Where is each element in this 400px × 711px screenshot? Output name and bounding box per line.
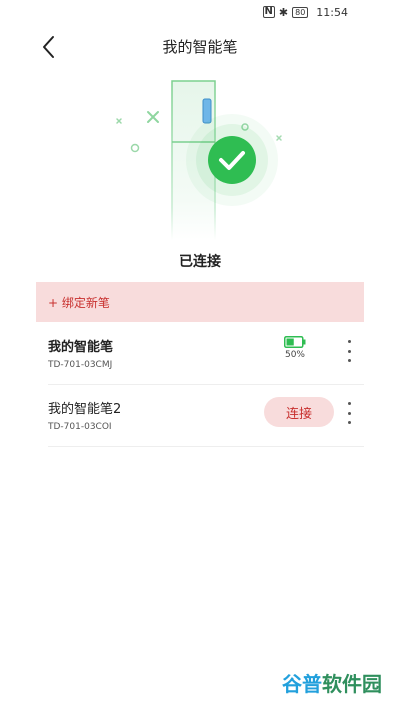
watermark-logo: 谷普 软件园 — [272, 665, 392, 699]
pen-list-item[interactable]: 我的智能笔 TD-701-03CMJ 50% — [48, 322, 364, 385]
connect-button[interactable]: 连接 — [264, 397, 334, 427]
pen-battery: 50% — [282, 336, 308, 360]
more-dots-icon — [347, 402, 351, 405]
status-time: 11:54 — [316, 5, 348, 19]
pen-connected-illustration — [100, 70, 300, 240]
more-dots-icon — [347, 340, 351, 343]
pen-name: 我的智能笔 — [48, 340, 114, 355]
battery-status-icon: 80 — [292, 6, 309, 18]
bluetooth-icon: ✱ — [278, 5, 289, 19]
battery-icon — [284, 336, 306, 348]
pen-name: 我的智能笔2 — [48, 402, 122, 417]
check-circle-icon — [208, 136, 256, 184]
nfc-icon: N — [262, 6, 275, 18]
pen-id: TD-701-03COI — [48, 422, 112, 432]
battery-percent: 50% — [284, 350, 305, 360]
bind-new-pen-label: + 绑定新笔 — [48, 295, 110, 310]
header: 我的智能笔 — [0, 24, 400, 68]
pen-id: TD-701-03CMJ — [48, 360, 113, 370]
status-bar: N ✱ 80 11:54 — [0, 0, 400, 24]
pen-list-item[interactable]: 我的智能笔2 TD-701-03COI 连接 — [48, 384, 364, 447]
bind-new-pen-button[interactable]: + 绑定新笔 — [36, 282, 364, 322]
connection-status-text: 已连接 — [179, 254, 221, 270]
more-options-button[interactable] — [344, 340, 354, 362]
page-title: 我的智能笔 — [162, 38, 238, 56]
more-options-button[interactable] — [344, 402, 354, 424]
